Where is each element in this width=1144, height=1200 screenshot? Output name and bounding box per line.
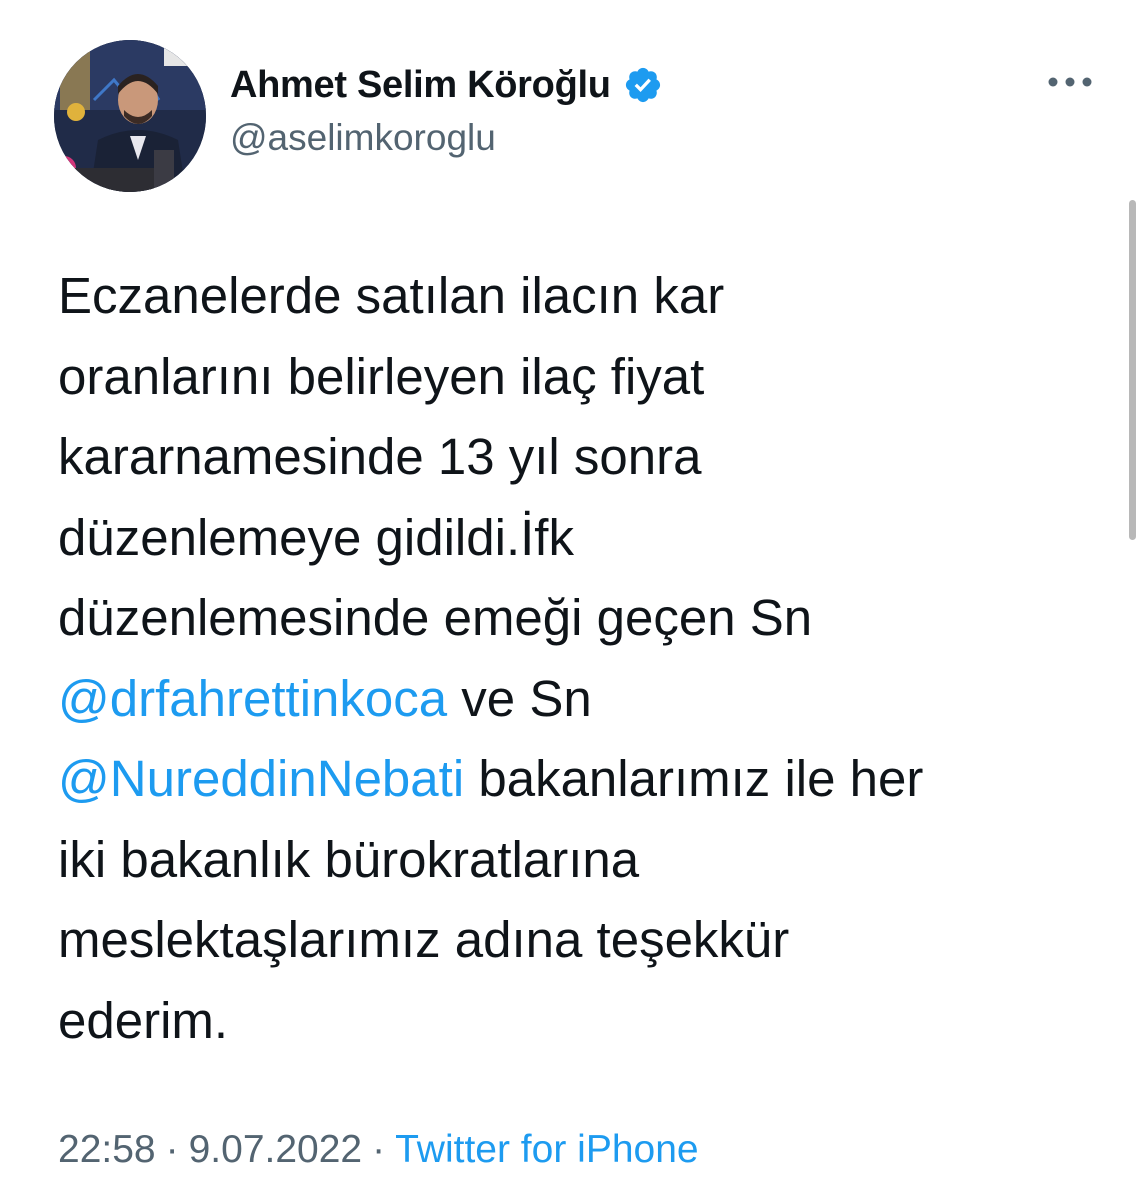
tweet-meta: 22:58 · 9.07.2022 · Twitter for iPhone bbox=[58, 1128, 699, 1172]
tweet-date[interactable]: 9.07.2022 bbox=[189, 1128, 363, 1171]
tweet-text-line: @NureddinNebati bakanlarımız ile her bbox=[58, 739, 1098, 820]
tweet-text-line: iki bakanlık bürokratlarına bbox=[58, 830, 640, 888]
scrollbar[interactable] bbox=[1129, 200, 1136, 540]
tweet-text-line: @drfahrettinkoca ve Sn bbox=[58, 659, 1098, 740]
verified-badge-icon bbox=[623, 65, 663, 105]
author-avatar[interactable] bbox=[54, 40, 206, 192]
tweet-text-line: meslektaşlarımız adına teşekkür bbox=[58, 911, 790, 968]
tweet-text-fragment: bakanlarımız ile her bbox=[464, 750, 924, 807]
tweet-text: Eczanelerde satılan ilacın kar oranların… bbox=[58, 256, 1098, 1061]
meta-separator: · bbox=[372, 1128, 386, 1171]
tweet-text-line: düzenlemesinde emeği geçen Sn bbox=[58, 589, 813, 646]
meta-separator: · bbox=[165, 1128, 179, 1171]
tweet-source-link[interactable]: Twitter for iPhone bbox=[395, 1128, 698, 1171]
tweet-text-line: düzenlemeye gidildi.İfk bbox=[58, 508, 574, 566]
tweet-text-line: Eczanelerde satılan ilacın kar bbox=[58, 267, 725, 324]
mention-link-drfahrettinkoca[interactable]: @drfahrettinkoca bbox=[58, 670, 447, 727]
author-handle[interactable]: @aselimkoroglu bbox=[230, 117, 496, 159]
more-options-button[interactable] bbox=[1040, 62, 1100, 102]
tweet-time[interactable]: 22:58 bbox=[58, 1128, 156, 1171]
mention-link-nureddinnebati[interactable]: @NureddinNebati bbox=[58, 750, 464, 807]
tweet-card: Ahmet Selim Köroğlu @aselimkoroglu Eczan… bbox=[0, 0, 1144, 1200]
tweet-text-fragment: ve Sn bbox=[447, 669, 592, 727]
author-display-name[interactable]: Ahmet Selim Köroğlu bbox=[230, 64, 611, 107]
tweet-text-line: ederim. bbox=[58, 991, 229, 1049]
avatar-photo bbox=[54, 40, 206, 192]
author-name-row[interactable]: Ahmet Selim Köroğlu bbox=[230, 60, 663, 110]
tweet-text-line: kararnamesinde 13 yıl sonra bbox=[58, 428, 702, 485]
more-horizontal-icon bbox=[1048, 77, 1092, 87]
tweet-text-line: oranlarını belirleyen ilaç fiyat bbox=[58, 347, 705, 405]
